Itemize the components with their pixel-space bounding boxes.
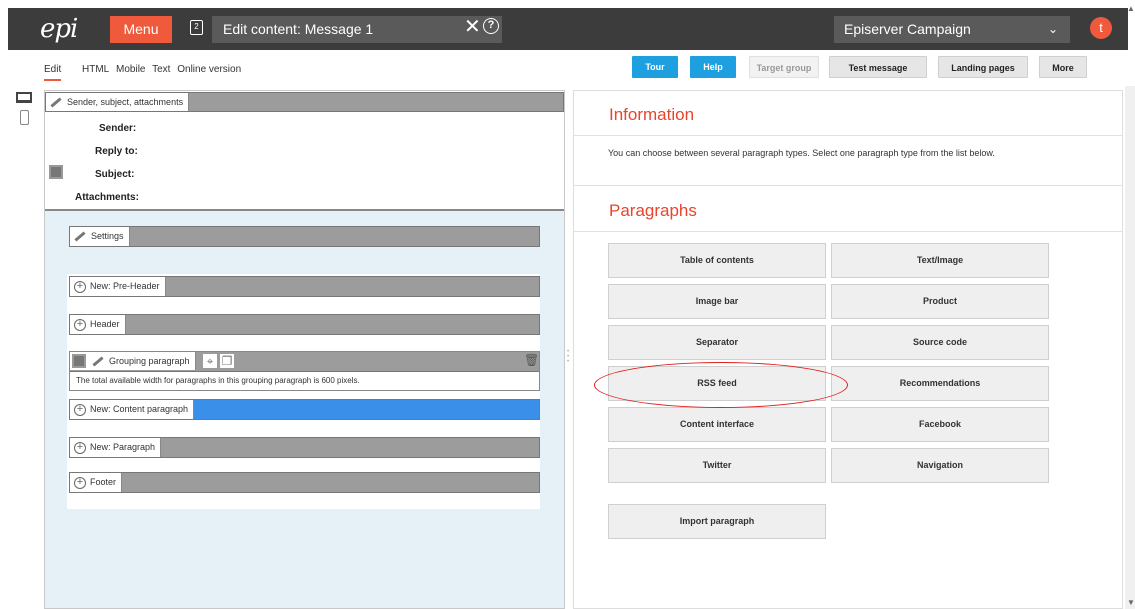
crosshair-icon[interactable]: ⌖ [203,354,217,368]
paragraph-type-facebook[interactable]: Facebook [831,407,1049,442]
grouping-note: The total available width for paragraphs… [76,376,360,385]
pre-header-text: New: Pre-Header [90,281,160,291]
close-icon[interactable]: ✕ [464,15,481,39]
paragraph-text: New: Paragraph [90,442,156,452]
information-heading: Information [609,105,695,124]
paragraph-type-recommendations[interactable]: Recommendations [831,366,1049,401]
paragraph-type-source-code[interactable]: Source code [831,325,1049,360]
add-icon: + [74,403,86,416]
person-icon [72,354,86,368]
message-editor: Sender, subject, attachments Sender: Rep… [44,90,565,609]
person-icon [49,165,63,179]
message-meta-section: Sender, subject, attachments Sender: Rep… [45,91,564,211]
scroll-up-icon[interactable]: ▲ [1127,4,1135,13]
open-tabs-icon[interactable]: 2 [190,20,203,35]
paragraph-type-table-of-contents[interactable]: Table of contents [608,243,826,278]
paragraph-type-product[interactable]: Product [831,284,1049,319]
resize-handle[interactable]: • • • [566,349,570,370]
test-message-button[interactable]: Test message [829,56,927,78]
editor-title: Edit content: Message 1 [212,16,502,43]
paragraph-type-text-image[interactable]: Text/Image [831,243,1049,278]
divider [574,231,1122,232]
meta-bar-text: Sender, subject, attachments [67,97,184,107]
divider [574,135,1122,136]
meta-bar-label[interactable]: Sender, subject, attachments [46,93,190,111]
tab-text[interactable]: Text [152,64,170,75]
paragraph-bar[interactable]: + New: Paragraph [69,437,540,458]
header-label[interactable]: + Header [70,315,126,334]
content-paragraph-bar[interactable]: + New: Content paragraph [69,399,540,420]
paragraph-type-separator[interactable]: Separator [608,325,826,360]
tour-button[interactable]: Tour [632,56,678,78]
tab-online-version[interactable]: Online version [177,64,241,75]
grouping-paragraph: Grouping paragraph ⌖ ❐ 🗑 The total avail… [69,351,540,391]
settings-bar[interactable]: Settings [69,226,540,247]
paragraph-type-content-interface[interactable]: Content interface [608,407,826,442]
settings-text: Settings [91,231,124,241]
site-selector-label: Episerver Campaign [844,21,971,37]
subject-label: Subject: [95,169,135,180]
scroll-down-icon[interactable]: ▼ [1127,598,1135,607]
pre-header-label[interactable]: + New: Pre-Header [70,277,166,296]
target-group-button[interactable]: Target group [749,56,819,78]
tab-mobile[interactable]: Mobile [116,64,145,75]
content-paragraph-text: New: Content paragraph [90,404,189,414]
paragraph-label[interactable]: + New: Paragraph [70,438,162,457]
more-button[interactable]: More [1039,56,1087,78]
menu-button[interactable]: Menu [110,16,172,43]
grouping-bar[interactable]: Grouping paragraph ⌖ ❐ 🗑 [70,352,539,372]
sender-label: Sender: [99,123,137,134]
user-avatar[interactable]: t [1090,17,1112,39]
mobile-view-icon[interactable] [20,110,29,125]
footer-label[interactable]: + Footer [70,473,123,492]
highlight-annotation [594,362,848,408]
header-text: Header [90,319,120,329]
paragraph-picker-panel: Information You can choose between sever… [573,90,1123,609]
pre-header-bar[interactable]: + New: Pre-Header [69,276,540,297]
add-icon: + [74,318,86,331]
trash-icon[interactable]: 🗑 [524,354,539,367]
paragraph-type-navigation[interactable]: Navigation [831,448,1049,483]
pencil-icon [74,231,86,242]
paragraph-type-twitter[interactable]: Twitter [608,448,826,483]
settings-label[interactable]: Settings [70,227,130,246]
content-paragraph-label[interactable]: + New: Content paragraph [70,400,195,419]
help-icon[interactable]: ? [483,18,499,34]
desktop-view-icon[interactable] [16,92,32,103]
paragraph-type-image-bar[interactable]: Image bar [608,284,826,319]
copy-icon[interactable]: ❐ [220,354,234,368]
attachments-label: Attachments: [75,192,139,203]
information-text: You can choose between several paragraph… [608,148,995,158]
import-paragraph-button[interactable]: Import paragraph [608,504,826,539]
chevron-down-icon: ⌄ [1047,22,1058,36]
logo[interactable]: epi [40,14,78,44]
header-bar[interactable]: + Header [69,314,540,335]
tab-edit[interactable]: Edit [44,64,61,75]
tab-html[interactable]: HTML [82,64,109,75]
pencil-icon [92,356,104,367]
footer-bar[interactable]: + Footer [69,472,540,493]
grouping-label[interactable]: Grouping paragraph [70,352,196,370]
grouping-text: Grouping paragraph [109,356,190,366]
pencil-icon [50,97,62,108]
help-button[interactable]: Help [690,56,736,78]
editor-toolbar: Edit HTML Mobile Text Online version Tou… [0,50,1135,86]
device-gutter [0,86,44,609]
footer-text: Footer [90,477,117,487]
top-bar: epi Menu 2 Edit content: Message 1 ✕ ? E… [0,0,1135,50]
meta-bar[interactable]: Sender, subject, attachments [45,92,564,112]
landing-pages-button[interactable]: Landing pages [938,56,1028,78]
site-selector[interactable]: Episerver Campaign ⌄ [834,16,1070,43]
divider [574,185,1122,186]
view-tabs: Edit HTML Mobile Text Online version [44,64,245,75]
paragraphs-heading: Paragraphs [609,201,697,220]
add-icon: + [74,280,86,293]
add-icon: + [74,476,86,489]
reply-to-label: Reply to: [95,146,138,157]
add-icon: + [74,441,86,454]
page-scrollbar[interactable] [1125,86,1135,609]
